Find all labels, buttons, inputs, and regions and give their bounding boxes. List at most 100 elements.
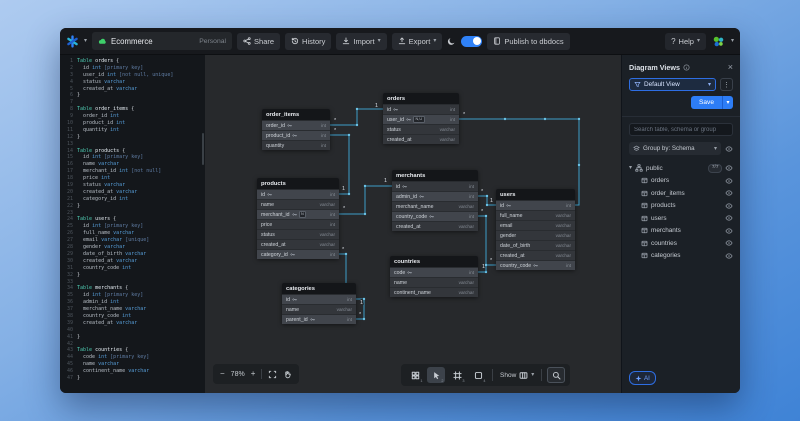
table-header[interactable]: categories [282,283,356,294]
eye-icon[interactable] [725,164,733,172]
table-field-row[interactable]: created_atvarchar [383,134,459,144]
table-header[interactable]: order_items [262,109,330,120]
table-field-row[interactable]: codeint [390,267,478,277]
table-field-row[interactable]: full_namevarchar [496,210,575,220]
tree-item-orders[interactable]: orders [629,175,733,188]
table-header[interactable]: merchants [392,170,478,181]
fit-to-screen-icon[interactable] [268,370,277,379]
avatar[interactable] [712,35,725,48]
search-input[interactable] [629,123,733,136]
table-field-row[interactable]: merchant_idNint [257,209,339,219]
info-icon[interactable] [683,64,690,71]
table-field-row[interactable]: idint [383,104,459,114]
eye-icon[interactable] [725,145,733,153]
eye-icon[interactable] [725,177,733,185]
tree-item-order_items[interactable]: order_items [629,187,733,200]
zoom-out-button[interactable]: − [220,370,225,378]
group-by-select[interactable]: Group by: Schema ▾ [629,142,721,155]
diagram-canvas[interactable]: *1*1*1*1*1*1**1*1 order_itemsorder_idint… [205,55,621,393]
table-field-row[interactable]: admin_idint [392,191,478,201]
caret-down-icon[interactable]: ▾ [629,165,632,171]
app-logo[interactable] [66,35,79,48]
table-header[interactable]: users [496,189,575,200]
relationship-line[interactable] [478,196,496,205]
table-header[interactable]: countries [390,256,478,267]
table-header[interactable]: products [257,178,339,189]
import-button[interactable]: Import▾ [336,33,386,50]
table-field-row[interactable]: namevarchar [390,277,478,287]
table-field-row[interactable]: idint [496,200,575,210]
code-editor[interactable]: 1Table orders {2 id int [primary key]3 u… [60,55,205,393]
save-dropdown-button[interactable]: ▾ [722,96,733,109]
diagram-table-orders[interactable]: ordersidintuser_idN,Uintstatusvarcharcre… [383,93,459,144]
table-field-row[interactable]: continent_namevarchar [390,287,478,297]
export-button[interactable]: Export▾ [392,33,443,50]
chevron-down-icon[interactable]: ▾ [731,38,734,44]
table-field-row[interactable]: idint [392,181,478,191]
table-field-row[interactable]: statusvarchar [383,124,459,134]
chevron-down-icon[interactable]: ▾ [84,38,87,44]
table-field-row[interactable]: country_codeint [392,211,478,221]
tree-item-products[interactable]: products [629,200,733,213]
table-field-row[interactable]: product_idint [262,130,330,140]
table-field-row[interactable]: user_idN,Uint [383,114,459,124]
close-icon[interactable]: × [728,62,733,72]
table-field-row[interactable]: quantityint [262,140,330,150]
diagram-table-users[interactable]: usersidintfull_namevarcharemailvarcharge… [496,189,575,270]
note-tool-button[interactable]: 4 [469,367,487,383]
table-header[interactable]: orders [383,93,459,104]
eye-icon[interactable] [725,227,733,235]
ai-assistant-button[interactable]: AI [629,371,656,385]
relationship-line[interactable] [330,109,383,125]
dark-mode-toggle[interactable] [461,36,482,47]
eye-icon[interactable] [725,252,733,260]
hand-tool-icon[interactable] [283,370,292,379]
diagram-table-categories[interactable]: categoriesidintnamevarcharparent_idint [282,283,356,324]
table-field-row[interactable]: namevarchar [257,199,339,209]
table-field-row[interactable]: priceint [257,219,339,229]
table-field-row[interactable]: created_atvarchar [496,250,575,260]
save-button[interactable]: Save [691,96,722,109]
diagram-table-countries[interactable]: countriescodeintnamevarcharcontinent_nam… [390,256,478,297]
table-field-row[interactable]: created_atvarchar [257,239,339,249]
tree-item-schema-public[interactable]: ▾public7/7 [629,162,733,175]
project-name-chip[interactable]: Ecommerce Personal [92,32,232,50]
table-field-row[interactable]: country_codeint [496,260,575,270]
eye-icon[interactable] [725,189,733,197]
zoom-in-button[interactable]: + [251,370,256,378]
table-field-row[interactable]: date_of_birthvarchar [496,240,575,250]
table-field-row[interactable]: created_atvarchar [392,221,478,231]
view-options-menu-button[interactable]: ⋮ [720,78,733,91]
publish-to-dbdocs-button[interactable]: Publish to dbdocs [487,33,569,50]
relationship-line[interactable] [486,265,496,272]
share-button[interactable]: Share [237,33,280,50]
table-field-row[interactable]: gendervarchar [496,230,575,240]
table-field-row[interactable]: merchant_namevarchar [392,201,478,211]
tree-item-users[interactable]: users [629,212,733,225]
help-button[interactable]: ? Help ▾ [665,33,706,50]
table-field-row[interactable]: category_idint [257,249,339,259]
tree-item-countries[interactable]: countries [629,237,733,250]
table-field-row[interactable]: idint [282,294,356,304]
table-field-row[interactable]: emailvarchar [496,220,575,230]
tree-item-merchants[interactable]: merchants [629,225,733,238]
eye-icon[interactable] [725,202,733,210]
grid-tool-button[interactable]: 1 [406,367,424,383]
diagram-table-products[interactable]: productsidintnamevarcharmerchant_idNintp… [257,178,339,259]
table-field-row[interactable]: order_idint [262,120,330,130]
diagram-table-merchants[interactable]: merchantsidintadmin_idintmerchant_nameva… [392,170,478,231]
table-field-row[interactable]: idint [257,189,339,199]
editor-scrollbar[interactable] [202,133,204,165]
frame-tool-button[interactable]: 3 [448,367,466,383]
view-select[interactable]: Default View ▾ [629,78,716,91]
relationship-line[interactable] [339,186,392,214]
show-options-button[interactable]: Show▾ [498,371,536,380]
table-field-row[interactable]: statusvarchar [257,229,339,239]
table-field-row[interactable]: namevarchar [282,304,356,314]
magnifier-tool-button[interactable] [547,367,565,383]
pointer-tool-button[interactable]: 2 [427,367,445,383]
tree-item-categories[interactable]: categories [629,250,733,263]
eye-icon[interactable] [725,214,733,222]
eye-icon[interactable] [725,239,733,247]
diagram-table-order_items[interactable]: order_itemsorder_idintproduct_idintquant… [262,109,330,150]
